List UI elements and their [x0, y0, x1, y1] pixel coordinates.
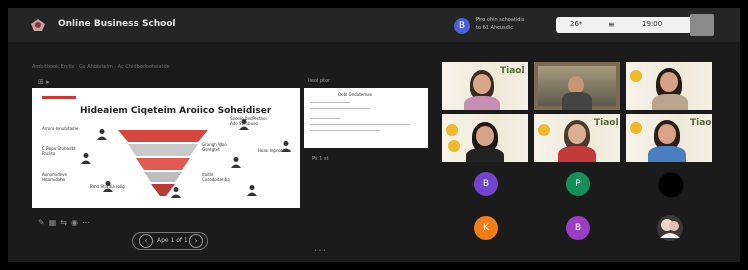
breadcrumb: Ambitbook Erctis · Gs Ahbbiteim · Ac Chi…: [32, 64, 170, 70]
person-icon: [247, 185, 257, 196]
participant-face: [660, 72, 678, 92]
menu-icon[interactable]: ≡: [608, 20, 615, 29]
participant-face: [568, 124, 586, 144]
slide-accent-bar: [42, 96, 76, 99]
slide-bullet: Sooelo ItecPesthoi Ado Stenbuoo: [230, 116, 267, 126]
participant-avatar[interactable]: P: [566, 172, 590, 196]
flower-decoration: [630, 122, 642, 134]
video-tile[interactable]: Tiaol: [534, 114, 620, 162]
document-title: Oebl Gndutemae: [338, 92, 373, 97]
self-view-thumbnail[interactable]: [690, 14, 714, 36]
text-line: [310, 102, 350, 103]
flower-decoration: [630, 70, 642, 82]
video-tile[interactable]: [442, 114, 528, 162]
flower-decoration: [538, 124, 550, 136]
participant-avatar[interactable]: B: [474, 172, 498, 196]
flower-decoration: [448, 140, 460, 152]
presenter-avatar: B: [454, 18, 470, 34]
slide-bullet: Grangh Woo Gentgtet: [202, 142, 227, 152]
slide-bullet: Itoitle Cosodoiteriba: [202, 172, 230, 182]
text-line: [310, 124, 410, 125]
top-bar: Online Business School B Piro ohin schoa…: [8, 8, 740, 42]
meeting-title: Online Business School: [58, 19, 176, 29]
text-line: [310, 118, 340, 119]
slide-bullet: Hoan Inpnotinee: [258, 148, 292, 153]
clock-label: 19:00: [642, 20, 663, 28]
person-icon: [81, 153, 91, 164]
presenter-info[interactable]: B Piro ohin schoatidis to 61 Ahcusdic: [454, 16, 546, 36]
control-item-1[interactable]: 26*: [570, 20, 582, 28]
share-icon[interactable]: ⇆: [60, 218, 71, 227]
slide-toolbar[interactable]: ✎▦⇆◉⋯: [38, 218, 94, 227]
text-line: [310, 108, 370, 109]
slide-title: Hideaiem Ciqeteim Aroiico Soheidiser: [80, 106, 272, 116]
slide-pager: ‹ Ape 1 of 1 ›: [132, 232, 208, 250]
next-slide-button[interactable]: ›: [189, 234, 203, 248]
person-icon: [103, 181, 113, 192]
participant-avatar[interactable]: K: [474, 216, 498, 240]
video-tile[interactable]: Tiaol: [442, 62, 528, 110]
app-logo-icon: [31, 19, 45, 31]
participant-avatar[interactable]: [658, 172, 684, 198]
person-icon: [239, 119, 249, 130]
participant-face: [476, 126, 494, 146]
pen-icon[interactable]: ✎: [38, 218, 49, 227]
video-tile[interactable]: [626, 62, 712, 110]
slide-bullet: Arroro Innubitadie: [42, 126, 79, 131]
person-icon: [281, 141, 291, 152]
document-page: Ps 1 st: [312, 156, 329, 162]
brand-watermark: Tiaol: [594, 118, 619, 128]
previous-slide-button[interactable]: ‹: [139, 234, 153, 248]
participant-face: [473, 74, 491, 94]
presenter-subtitle: to 61 Ahcusdic: [476, 25, 513, 31]
document-header: Ileol ptor: [308, 78, 331, 84]
person-icon: [231, 157, 241, 168]
meeting-controls[interactable]: 26* ≡ 19:00: [556, 17, 712, 33]
participant-photo-avatar[interactable]: [656, 214, 684, 242]
flower-decoration: [446, 124, 458, 136]
funnel-graphic: [118, 130, 208, 196]
video-tile[interactable]: [534, 62, 620, 110]
eye-icon[interactable]: ◉: [71, 218, 82, 227]
grid-icon[interactable]: ▦: [49, 218, 61, 227]
text-line: [310, 130, 380, 131]
video-tile[interactable]: Tiaol: [626, 114, 712, 162]
slide-bullet: Aonomideve Hitomidaho: [42, 172, 67, 182]
presenter-name: Piro ohin schoatidis: [476, 17, 525, 23]
slide-header-icons[interactable]: ⊞ ▸: [38, 78, 50, 86]
participant-face: [658, 124, 676, 144]
more-icon[interactable]: ⋯: [82, 218, 94, 227]
slide-page-number: Ape 1 of 1: [157, 237, 188, 244]
slide-bullet: C Bopo Stobadbt Paclito: [42, 146, 76, 156]
shared-document: Oebl Gndutemae: [304, 88, 428, 148]
shared-slide: Hideaiem Ciqeteim Aroiico Soheidiser Arr…: [32, 88, 300, 208]
person-icon: [97, 129, 107, 140]
brand-watermark: Tiaol: [690, 118, 712, 128]
pagination-dots: • • •: [314, 248, 327, 254]
participant-avatar[interactable]: B: [566, 216, 590, 240]
meeting-window: Online Business School B Piro ohin schoa…: [8, 8, 740, 262]
brand-watermark: Tiaol: [500, 66, 525, 76]
